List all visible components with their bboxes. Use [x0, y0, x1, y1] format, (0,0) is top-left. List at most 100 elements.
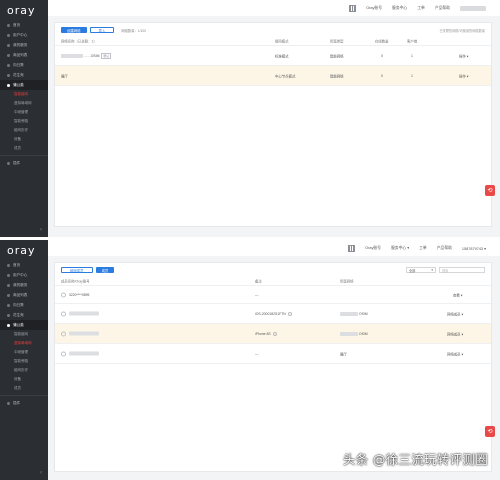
row-action-button[interactable]: 网络成员 ▾: [447, 311, 463, 316]
sidebar-subitem-relay[interactable]: 中继管理: [0, 108, 48, 117]
sidebar-subitem-vlan[interactable]: 虚拟局域网: [0, 339, 48, 348]
service-icon: [7, 43, 10, 47]
sidebar-subitem-members[interactable]: 成员: [0, 144, 48, 153]
user-account-menu[interactable]: [460, 5, 486, 11]
row-action-button[interactable]: 查看 ▾: [453, 292, 462, 297]
row-name-cell: ……OSIM 默认: [61, 52, 112, 59]
row-type: 智能网络: [330, 54, 344, 58]
create-network-button[interactable]: 创建网络: [61, 27, 87, 33]
tab-network-members[interactable]: 组网成员: [61, 267, 93, 273]
table-row[interactable]: 3220****0895 — 查看 ▾: [55, 286, 491, 304]
header-help[interactable]: 产品帮助: [437, 246, 452, 251]
toolbar: 创建网络 导入 网络数量：1/100 已关联的网络/可使用的网络数量: [55, 23, 491, 37]
row-action-button[interactable]: 网络成员 ▾: [447, 331, 463, 336]
header-help[interactable]: 产品帮助: [435, 6, 450, 11]
header-user-account[interactable]: 1587879743 ▾: [462, 246, 486, 251]
sidebar-item-label: 插件: [13, 400, 21, 405]
sidebar-subitem-history[interactable]: 组网历史: [0, 366, 48, 375]
sidebar-item-peanut[interactable]: 花生壳: [0, 70, 48, 80]
sidebar-subitem-bypass[interactable]: 智能旁路: [0, 117, 48, 126]
sidebar-item-plugins[interactable]: 插件: [0, 398, 48, 408]
tab-members[interactable]: 成员: [95, 267, 115, 273]
col-clients: 客户端: [407, 39, 418, 44]
import-button[interactable]: 导入: [89, 27, 115, 33]
sidebar-subitem-vlan[interactable]: 虚拟局域网: [0, 99, 48, 108]
sidebar-item-plugins[interactable]: 插件: [0, 158, 48, 168]
header-service-center[interactable]: 服务中心 ▾: [391, 245, 409, 251]
info-icon[interactable]: [272, 331, 277, 336]
sidebar-item-pgy[interactable]: 蒲公英: [0, 80, 48, 90]
home-icon: [7, 23, 10, 27]
sidebar-subitem-members[interactable]: 成员: [0, 384, 48, 393]
sidebar-item-user-center[interactable]: 用户中心: [0, 30, 48, 40]
qr-code-icon[interactable]: [348, 244, 356, 252]
sidebar-item-user-center[interactable]: 用户中心: [0, 270, 48, 280]
redacted-text: [340, 311, 358, 316]
sidebar-item-my-services[interactable]: 我的服务: [0, 280, 48, 290]
member-network: 展厅: [340, 352, 347, 356]
table-row[interactable]: 展厅 中心节点模式 智能网络 0 1 操作 ▾: [55, 66, 491, 86]
sidebar-item-home[interactable]: 首页: [0, 20, 48, 30]
toolbar: 组网成员 成员 全部 ▾ 搜索: [55, 263, 491, 277]
sidebar-item-peanut[interactable]: 花生壳: [0, 310, 48, 320]
sidebar-item-products[interactable]: 商品列表: [0, 50, 48, 60]
sidebar-subitem-devices[interactable]: 设备: [0, 375, 48, 384]
dandelion-icon: [7, 323, 10, 327]
header-service-center[interactable]: 服务中心: [392, 6, 407, 11]
peanut-icon: [7, 73, 10, 77]
filter-select-value: 全部: [409, 268, 416, 273]
sidebar-subitem-history[interactable]: 组网历史: [0, 126, 48, 135]
table-row[interactable]: iPhone 8S OSIM 网络成员 ▾: [55, 324, 491, 344]
table-row[interactable]: — 展厅 网络成员 ▾: [55, 344, 491, 364]
row-online: 0: [381, 53, 383, 58]
header-ticket[interactable]: 工单: [417, 6, 425, 11]
header-oray-account[interactable]: Oray账号: [366, 6, 382, 11]
header-oray-account[interactable]: Oray账号: [365, 246, 381, 251]
sidebar-subitem-networking[interactable]: 智能组网: [0, 90, 48, 99]
network-count: 网络数量：1/100: [121, 28, 147, 33]
default-tag: 默认: [101, 52, 112, 59]
feedback-float-button[interactable]: ⟲: [485, 426, 495, 437]
collapse-icon[interactable]: ‹: [40, 470, 42, 476]
note-cell: iOS-2000182S1FTN: [255, 311, 292, 316]
sidebar-item-sunflower[interactable]: 向日葵: [0, 300, 48, 310]
collapse-icon[interactable]: ‹: [40, 227, 42, 233]
sidebar-item-sunflower[interactable]: 向日葵: [0, 60, 48, 70]
network-name: ……OSIM: [83, 53, 100, 58]
col-type: 所属类型: [330, 39, 344, 44]
sunflower-icon: [7, 303, 10, 307]
chevron-down-icon: ▾: [431, 268, 433, 272]
table-row[interactable]: iOS-2000182S1FTN OSIM 网络成员 ▾: [55, 304, 491, 324]
user-icon: [7, 273, 10, 277]
table-header: 网络名称（已关联：1） 组网模式 所属类型 在线数量 客户端: [55, 37, 491, 46]
sidebar-item-label: 向日葵: [13, 302, 24, 307]
row-type: 智能网络: [330, 74, 344, 78]
search-input[interactable]: 搜索: [439, 267, 485, 273]
sidebar-subitem-networking[interactable]: 智能组网: [0, 330, 48, 339]
feedback-float-button[interactable]: ⟲: [485, 185, 495, 196]
filter-select[interactable]: 全部 ▾: [406, 267, 436, 273]
redacted-text: [69, 331, 99, 336]
info-icon[interactable]: [287, 311, 292, 316]
header: Oray账号 服务中心 ▾ 工单 产品帮助 1587879743 ▾: [48, 240, 500, 256]
header-ticket[interactable]: 工单: [419, 246, 427, 251]
row-action-button[interactable]: 操作 ▾: [459, 73, 468, 78]
member-note: —: [255, 351, 259, 356]
sidebar-subitem-devices[interactable]: 设备: [0, 135, 48, 144]
service-icon: [7, 283, 10, 287]
col-note: 备注: [255, 279, 262, 284]
sidebar-item-pgy[interactable]: 蒲公英: [0, 320, 48, 330]
sidebar-item-products[interactable]: 商品列表: [0, 290, 48, 300]
sidebar-subitem-bypass[interactable]: 智能旁路: [0, 357, 48, 366]
sidebar-item-my-services[interactable]: 我的服务: [0, 40, 48, 50]
row-action-button[interactable]: 网络成员 ▾: [447, 351, 463, 356]
row-mode: 中心节点模式: [275, 74, 296, 78]
sidebar-subitem-relay[interactable]: 中继管理: [0, 348, 48, 357]
row-action-button[interactable]: 操作 ▾: [459, 53, 468, 58]
sidebar-item-home[interactable]: 首页: [0, 260, 48, 270]
qr-code-icon[interactable]: [349, 4, 357, 12]
table-row[interactable]: ……OSIM 默认 标准模式 智能网络 0 1 操作 ▾: [55, 46, 491, 66]
sunflower-icon: [7, 63, 10, 67]
feedback-icon: ⟲: [487, 188, 493, 194]
member-cell: [61, 331, 99, 336]
